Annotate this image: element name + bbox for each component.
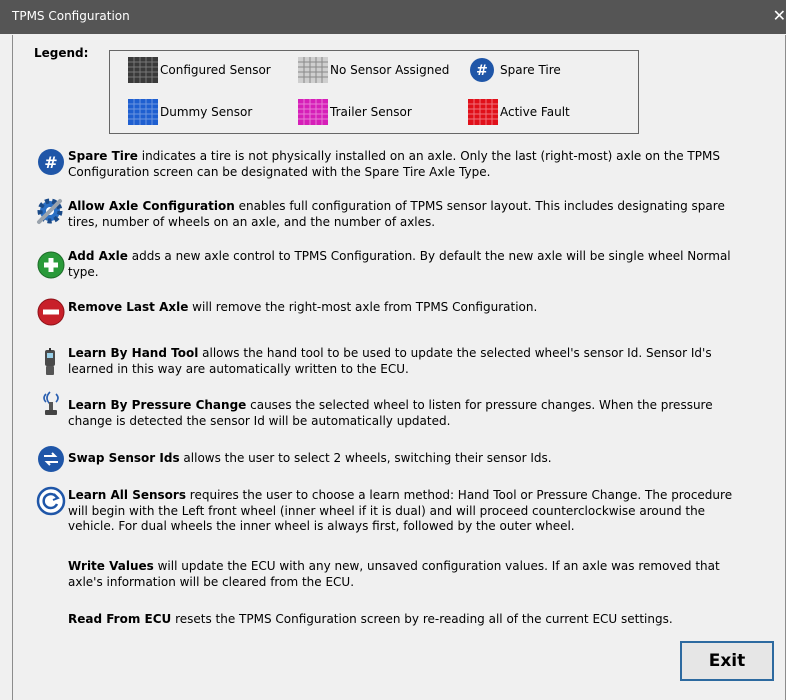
legend-label: Legend: — [34, 46, 89, 60]
legend-item-no-sensor: No Sensor Assigned — [298, 57, 449, 83]
help-read-from-ecu: Read From ECU resets the TPMS Configurat… — [68, 612, 738, 628]
gear-wrench-icon — [35, 196, 65, 226]
help-title: Read From ECU — [68, 612, 172, 626]
help-text: resets the TPMS Configuration screen by … — [171, 612, 673, 626]
help-text: adds a new axle control to TPMS Configur… — [68, 249, 731, 279]
help-learn-pressure: Learn By Pressure Change causes the sele… — [68, 398, 738, 429]
help-learn-all-sensors: Learn All Sensors requires the user to c… — [68, 488, 738, 535]
help-spare-tire: Spare Tire indicates a tire is not physi… — [68, 149, 738, 180]
legend-label-fault: Active Fault — [500, 105, 570, 119]
help-title: Add Axle — [68, 249, 128, 263]
help-learn-hand-tool: Learn By Hand Tool allows the hand tool … — [68, 346, 738, 377]
add-icon — [36, 250, 66, 280]
window-title: TPMS Configuration — [12, 9, 130, 23]
help-allow-axle-config: Allow Axle Configuration enables full co… — [68, 199, 738, 230]
help-title: Learn By Pressure Change — [68, 398, 247, 412]
svg-text:#: # — [476, 63, 488, 79]
remove-icon — [36, 297, 66, 327]
help-remove-last-axle: Remove Last Axle will remove the right-m… — [68, 300, 738, 316]
legend-label-no-sensor: No Sensor Assigned — [330, 63, 450, 77]
hand-tool-icon — [36, 347, 66, 377]
help-title: Swap Sensor Ids — [68, 451, 180, 465]
spare-tire-icon: # — [36, 147, 66, 177]
legend-label-dummy: Dummy Sensor — [160, 105, 253, 119]
close-icon[interactable]: ✕ — [773, 6, 786, 25]
help-title: Learn By Hand Tool — [68, 346, 199, 360]
help-text: will update the ECU with any new, unsave… — [68, 559, 720, 589]
help-title: Spare Tire — [68, 149, 138, 163]
help-title: Learn All Sensors — [68, 488, 186, 502]
legend-label-trailer: Trailer Sensor — [330, 105, 412, 119]
exit-button[interactable]: Exit — [680, 641, 774, 681]
swap-icon — [36, 444, 66, 474]
refresh-icon — [36, 486, 66, 516]
configured-sensor-tile — [128, 57, 158, 83]
help-title: Remove Last Axle — [68, 300, 189, 314]
help-swap-sensor-ids: Swap Sensor Ids allows the user to selec… — [68, 451, 738, 467]
legend-item-spare: # Spare Tire — [468, 57, 561, 83]
help-title: Allow Axle Configuration — [68, 199, 235, 213]
trailer-sensor-tile — [298, 99, 328, 125]
legend-label-spare: Spare Tire — [500, 63, 561, 77]
help-add-axle: Add Axle adds a new axle control to TPMS… — [68, 249, 738, 280]
active-fault-tile — [468, 99, 498, 125]
help-text: allows the user to select 2 wheels, swit… — [179, 451, 552, 465]
no-sensor-tile — [298, 57, 328, 83]
dummy-sensor-tile — [128, 99, 158, 125]
pressure-valve-icon — [36, 388, 66, 418]
help-text: indicates a tire is not physically insta… — [68, 149, 720, 179]
help-title: Write Values — [68, 559, 154, 573]
help-write-values: Write Values will update the ECU with an… — [68, 559, 738, 590]
legend-item-fault: Active Fault — [468, 99, 570, 125]
legend-item-trailer: Trailer Sensor — [298, 99, 412, 125]
svg-text:#: # — [44, 153, 57, 172]
help-text: will remove the right-most axle from TPM… — [188, 300, 538, 314]
legend-item-configured: Configured Sensor — [128, 57, 271, 83]
legend-box: Configured Sensor No Sensor Assigned # S… — [109, 50, 639, 134]
legend-label-configured: Configured Sensor — [160, 63, 271, 77]
spare-tire-icon: # — [468, 57, 498, 83]
title-bar: TPMS Configuration ✕ — [0, 0, 786, 34]
legend-item-dummy: Dummy Sensor — [128, 99, 252, 125]
